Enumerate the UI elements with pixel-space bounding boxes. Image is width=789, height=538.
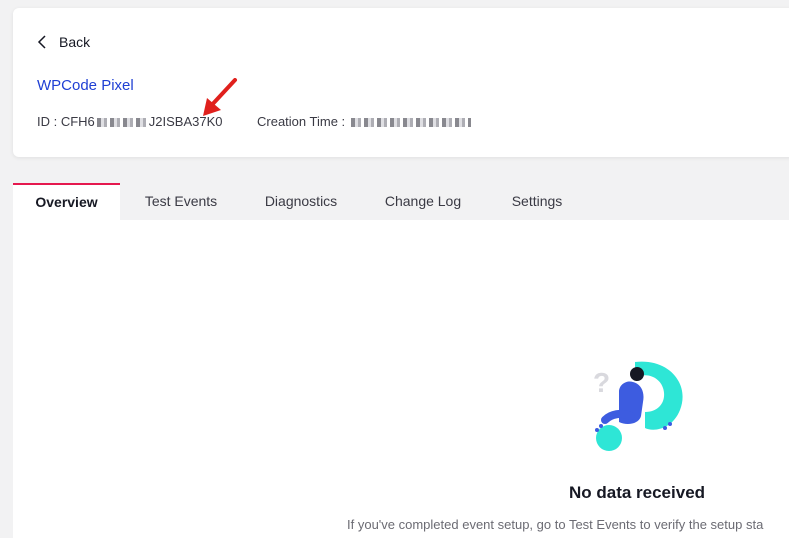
empty-state-description: If you've completed event setup, go to T… [347,517,764,532]
tab-change-log[interactable]: Change Log [375,183,471,220]
id-prefix: CFH6 [60,114,95,129]
pixel-name-link[interactable]: WPCode Pixel [37,77,134,94]
tab-settings[interactable]: Settings [489,183,585,220]
pixel-header-card: Back WPCode Pixel ID : CFH6 J2ISBA37K0 Cr… [13,8,789,157]
svg-text:?: ? [593,367,610,398]
back-button[interactable]: Back [37,32,90,52]
creation-time-redacted-block [350,118,471,128]
creation-time: Creation Time : [257,114,473,129]
id-redacted-block [96,118,147,128]
pixel-meta-row: ID : CFH6 J2ISBA37K0 Creation Time : [37,114,471,129]
creation-time-label: Creation Time : [257,114,349,129]
tab-diagnostics[interactable]: Diagnostics [253,183,349,220]
chevron-left-icon [37,35,46,49]
no-data-illustration: ? [593,361,683,451]
id-label: ID : [37,114,61,129]
red-arrow-icon [203,78,237,116]
tab-bar: Overview Test Events Diagnostics Change … [13,183,789,221]
back-label: Back [59,34,91,50]
tab-overview[interactable]: Overview [13,183,120,220]
empty-state-title: No data received [568,483,706,502]
tab-test-events[interactable]: Test Events [133,183,229,220]
